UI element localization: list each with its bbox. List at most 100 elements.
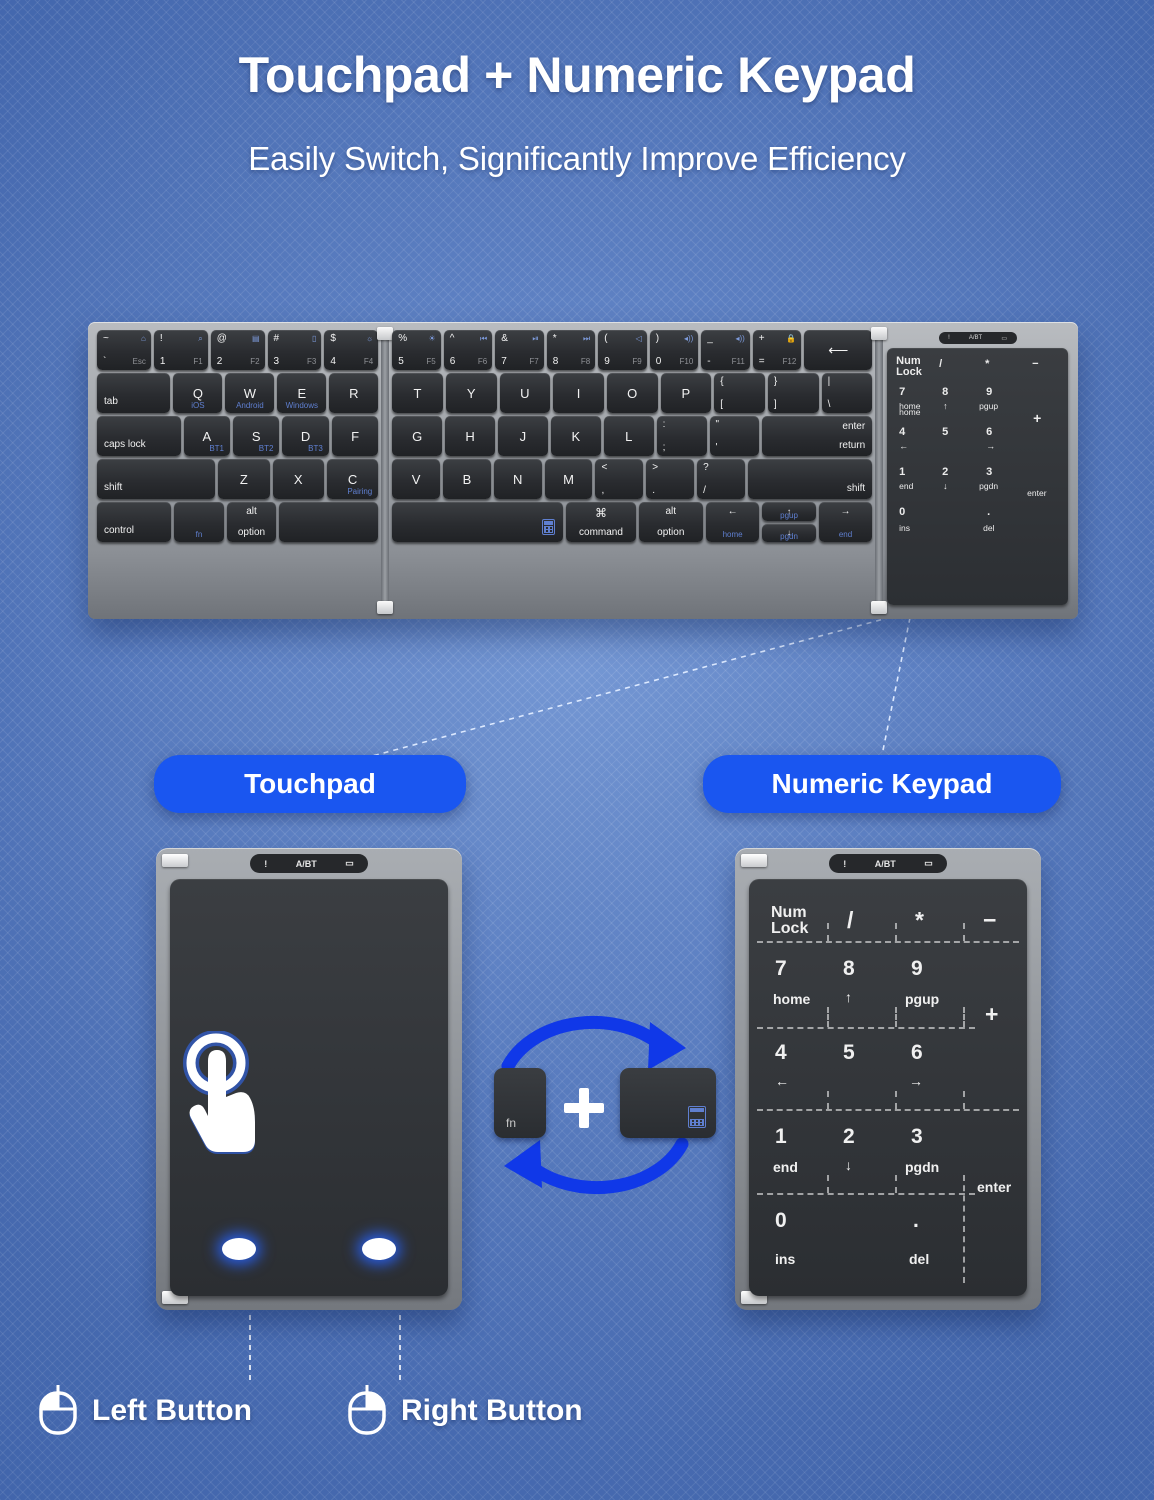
key-enter[interactable]: enter return [762, 416, 873, 456]
numpad-big-key-divide[interactable]: / [847, 907, 853, 934]
numpad-big-key-1[interactable]: 1 [775, 1125, 787, 1149]
numpad-big-key-minus[interactable]: − [983, 907, 996, 934]
numpad-key-numlock[interactable]: Num Lock [896, 356, 922, 378]
key-f[interactable]: F [331, 416, 379, 456]
numpad-key-6[interactable]: 6 [986, 426, 992, 438]
key-9[interactable]: (9 ◁ F9 [598, 330, 647, 370]
key-w[interactable]: W Android [225, 373, 275, 413]
numpad-key-enter[interactable]: enter [1027, 488, 1046, 498]
key-bracket-close[interactable]: }] [767, 373, 819, 413]
key-z[interactable]: Z [218, 459, 270, 499]
key-blank-left[interactable] [279, 502, 379, 542]
key-n[interactable]: N [493, 459, 542, 499]
key-i[interactable]: I [553, 373, 604, 413]
key-u[interactable]: U [499, 373, 551, 413]
key-shift-right[interactable]: shift [747, 459, 873, 499]
numpad-big-key-enter[interactable]: enter [977, 1179, 1011, 1195]
key-5[interactable]: % 5 ☀ F5 [392, 330, 441, 370]
right-click-zone[interactable] [362, 1238, 396, 1260]
numpad-big-key-7[interactable]: 7 [775, 957, 787, 981]
key-x[interactable]: X [272, 459, 324, 499]
numpad-key-decimal[interactable]: . [987, 506, 990, 518]
key-space[interactable] [392, 502, 564, 542]
numpad-key-divide[interactable]: / [939, 358, 942, 370]
key-r[interactable]: R [329, 373, 379, 413]
key-fn[interactable]: fn [174, 502, 224, 542]
numpad-big-key-0[interactable]: 0 [775, 1209, 787, 1233]
key-h[interactable]: H [445, 416, 495, 456]
key-semicolon[interactable]: :; [656, 416, 707, 456]
key-control[interactable]: control [97, 502, 172, 542]
left-click-zone[interactable] [222, 1238, 256, 1260]
numpad-key-5[interactable]: 5 [942, 426, 948, 438]
key-b[interactable]: B [443, 459, 491, 499]
key-arrow-left[interactable]: ← home [705, 502, 760, 542]
numpad-key-9[interactable]: 9 [986, 386, 992, 398]
numpad-key-2[interactable]: 2 [942, 466, 948, 478]
key-backspace[interactable]: ⟵ [804, 330, 873, 370]
key-v[interactable]: V [392, 459, 440, 499]
numpad-key-1[interactable]: 1 [899, 466, 905, 478]
numpad-key-minus[interactable]: − [1032, 358, 1038, 370]
numpad-key-multiply[interactable]: * [985, 358, 989, 370]
key-s[interactable]: S BT2 [232, 416, 280, 456]
key-p[interactable]: P [660, 373, 712, 413]
numpad-key-3[interactable]: 3 [986, 466, 992, 478]
numpad-big-key-numlock[interactable]: Num Lock [771, 905, 808, 937]
numpad-big-key-plus[interactable]: + [985, 1001, 998, 1028]
key-2[interactable]: @2 ▤ F2 [210, 330, 265, 370]
key-slash[interactable]: ? / [697, 459, 745, 499]
key-arrow-down[interactable]: ↓ pgdn [762, 523, 816, 542]
key-e[interactable]: E Windows [277, 373, 327, 413]
key-period[interactable]: >. [646, 459, 695, 499]
key-minus[interactable]: _ - ◂)) F11 [701, 330, 750, 370]
key-q[interactable]: QiOS [173, 373, 223, 413]
key-m[interactable]: M [544, 459, 593, 499]
key-comma[interactable]: <, [595, 459, 644, 499]
key-shift-left[interactable]: shift [97, 459, 216, 499]
numpad-big-key-multiply[interactable]: * [915, 907, 924, 934]
key-j[interactable]: J [497, 416, 548, 456]
numpad-big-key-5[interactable]: 5 [843, 1041, 855, 1065]
numpad-big-key-6[interactable]: 6 [911, 1041, 923, 1065]
numpad-key-plus[interactable]: + [1033, 410, 1041, 426]
switch-fn-key[interactable]: fn [494, 1068, 546, 1138]
key-esc[interactable]: ~ ` ⌂ Esc [97, 330, 151, 370]
key-arrow-right[interactable]: → end [818, 502, 873, 542]
key-c[interactable]: C Pairing [326, 459, 379, 499]
numeric-keypad-surface[interactable]: Num Lock / * − 7 home home 8 ↑ 9 pgup + 4 … [887, 348, 1068, 605]
numpad-big-key-8[interactable]: 8 [843, 957, 855, 981]
key-1[interactable]: ! 1 ⌕ F1 [153, 330, 208, 370]
key-tab[interactable]: tab [97, 373, 171, 413]
key-command[interactable]: ⌘ command [566, 502, 636, 542]
key-0[interactable]: ) 0 ◂)) F10 [649, 330, 699, 370]
numpad-key-8[interactable]: 8 [942, 386, 948, 398]
numpad-big-key-3[interactable]: 3 [911, 1125, 923, 1149]
key-alt-option-right[interactable]: alt option [638, 502, 703, 542]
key-o[interactable]: O [606, 373, 658, 413]
key-equals[interactable]: + = 🔒 F12 [752, 330, 802, 370]
key-quote[interactable]: " ' [709, 416, 760, 456]
key-7[interactable]: & 7 ⏯ F7 [495, 330, 544, 370]
key-k[interactable]: K [550, 416, 601, 456]
key-d[interactable]: D BT3 [282, 416, 329, 456]
key-g[interactable]: G [392, 416, 443, 456]
key-caps-lock[interactable]: caps lock [97, 416, 181, 456]
key-4[interactable]: $4 ☼ F4 [324, 330, 379, 370]
numpad-big-key-4[interactable]: 4 [775, 1041, 787, 1065]
numpad-big-key-2[interactable]: 2 [843, 1125, 855, 1149]
key-6[interactable]: ^ 6 ⏮ F6 [443, 330, 493, 370]
key-alt-option-left[interactable]: alt option [226, 502, 277, 542]
numpad-key-0[interactable]: 0 [899, 506, 905, 518]
switch-space-key[interactable] [620, 1068, 716, 1138]
key-3[interactable]: #3 ▯ F3 [267, 330, 322, 370]
key-l[interactable]: L [603, 416, 654, 456]
key-a[interactable]: A BT1 [183, 416, 230, 456]
key-backslash[interactable]: | \ [821, 373, 873, 413]
numpad-key-4[interactable]: 4 [899, 426, 905, 438]
key-y[interactable]: Y [445, 373, 497, 413]
key-8[interactable]: * 8 ⏭ F8 [546, 330, 596, 370]
key-bracket-open[interactable]: {[ [714, 373, 765, 413]
numeric-keypad-surface[interactable]: Num Lock / * − 7 8 9 home ↑ pgup + 4 5 6 … [749, 879, 1027, 1296]
touchpad-surface[interactable] [170, 879, 448, 1296]
